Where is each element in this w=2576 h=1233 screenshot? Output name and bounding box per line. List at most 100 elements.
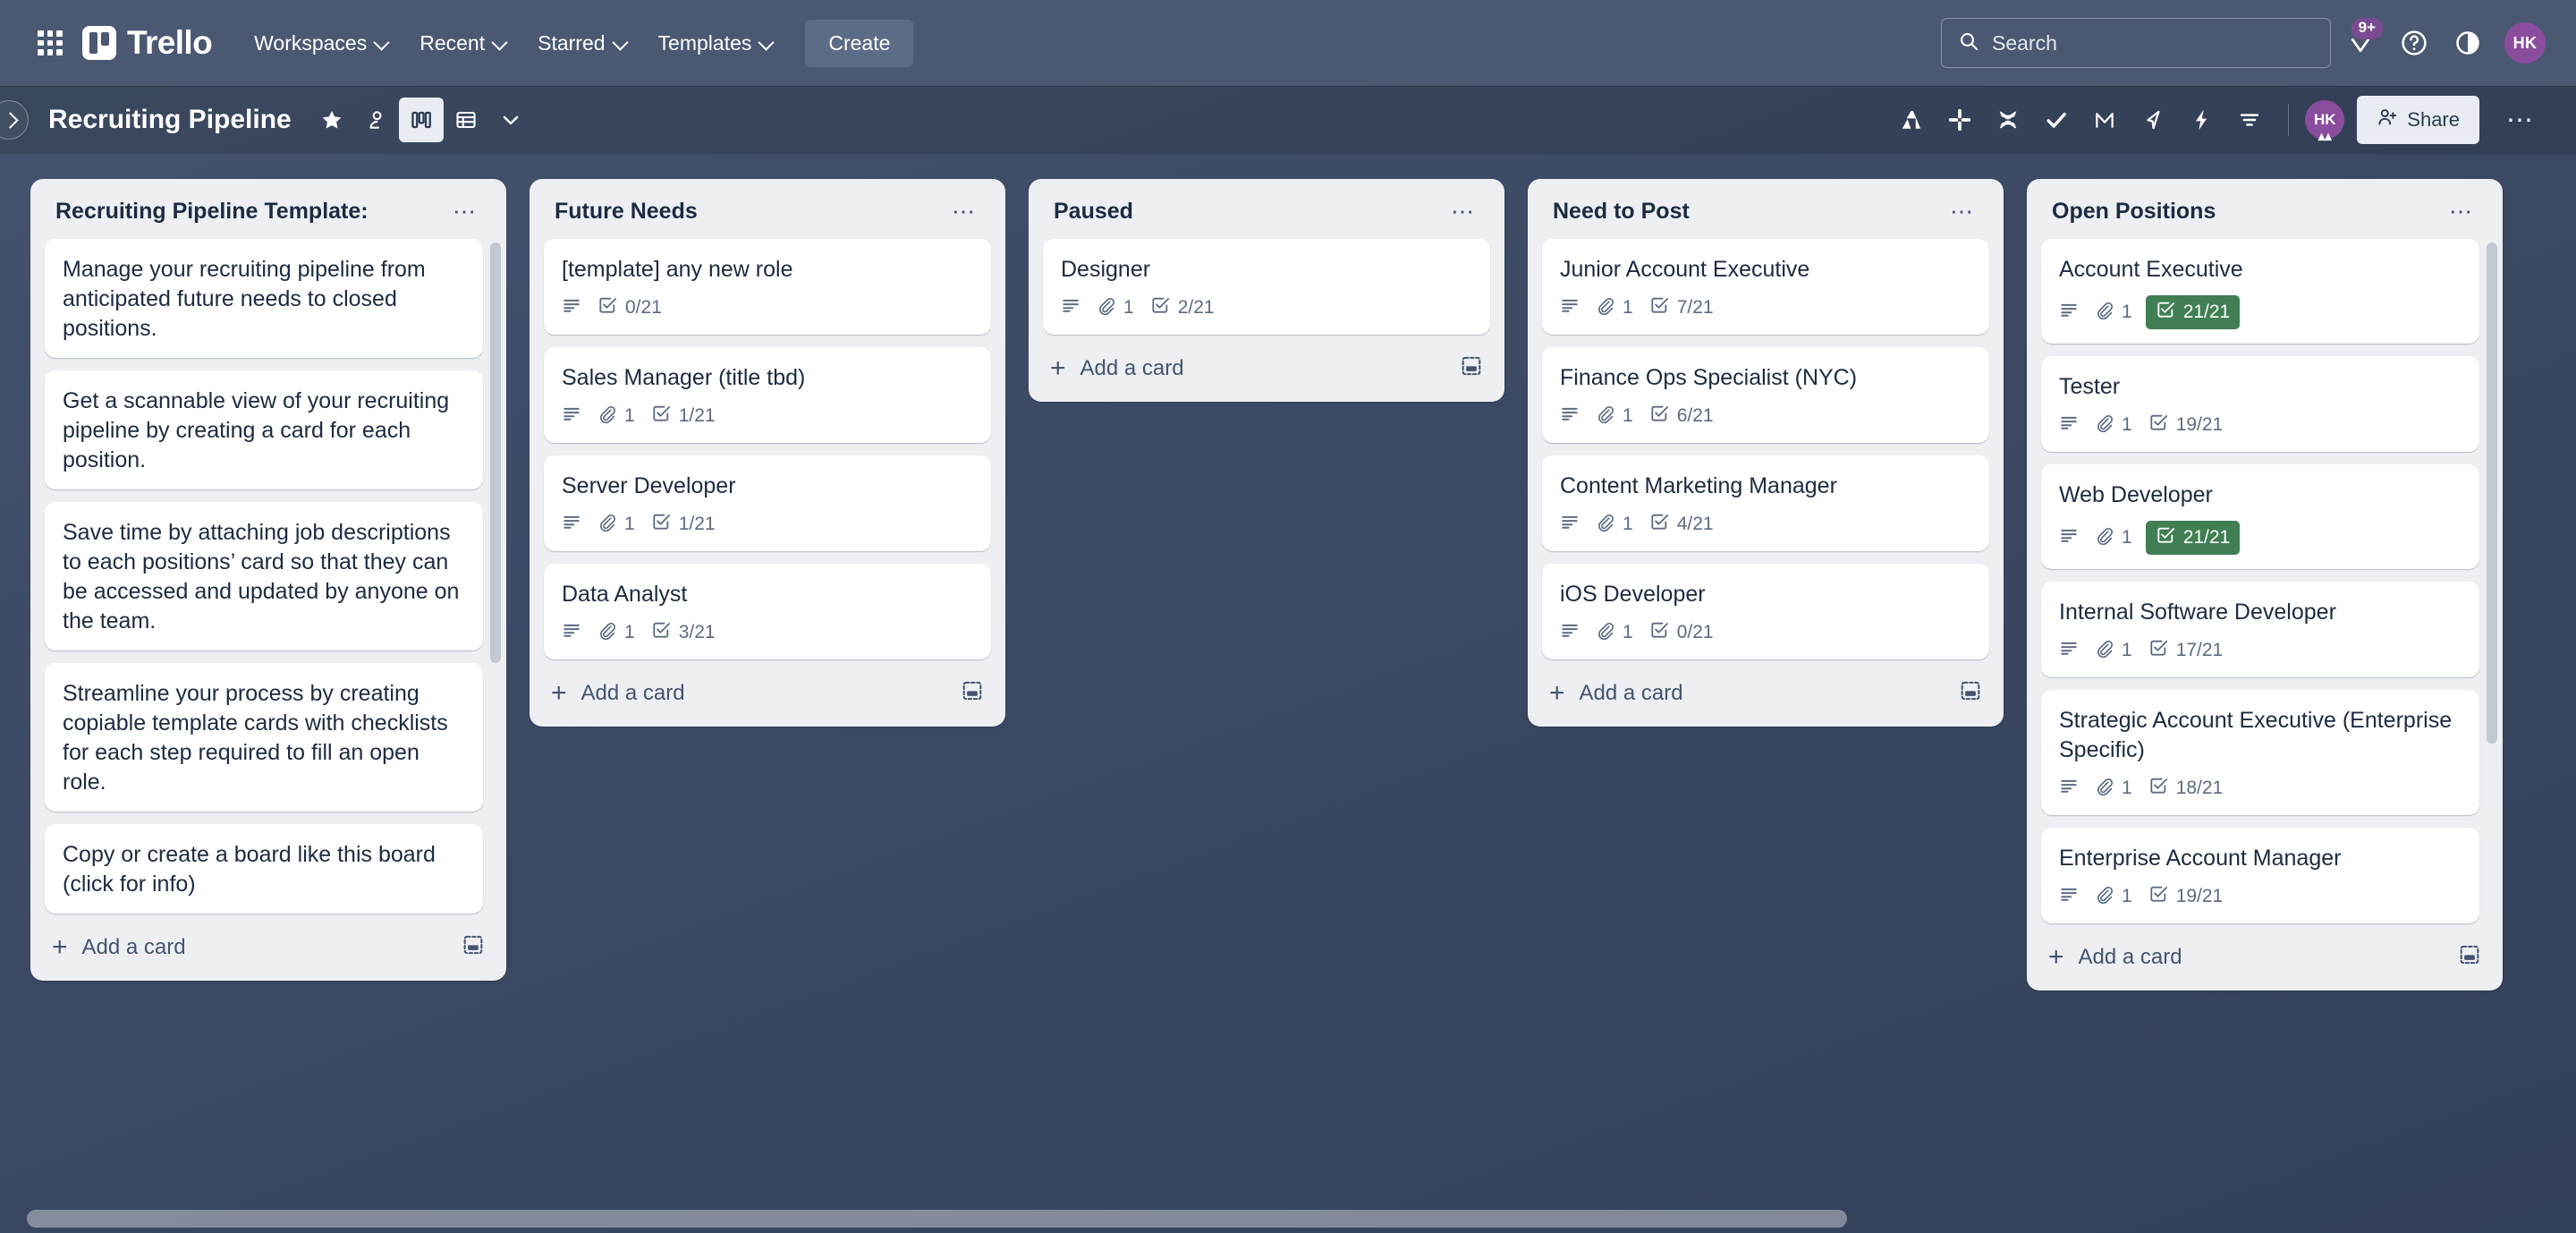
share-button[interactable]: Share bbox=[2357, 96, 2479, 144]
card-attachment-icon bbox=[597, 513, 616, 537]
plus-icon: + bbox=[1549, 677, 1565, 708]
card-badge-attachment: 1 bbox=[2095, 301, 2132, 325]
list-cards-container: [template] any new role 0/21 Sales Manage… bbox=[530, 239, 1005, 661]
board-card[interactable]: [template] any new role 0/21 bbox=[544, 239, 991, 335]
filter-icon[interactable] bbox=[2227, 98, 2272, 142]
add-card-button[interactable]: + Add a card bbox=[2048, 943, 2182, 970]
list-title[interactable]: Future Needs bbox=[555, 199, 698, 225]
list-vertical-scrollbar[interactable] bbox=[490, 242, 501, 663]
search-box[interactable] bbox=[1941, 18, 2331, 68]
gmail-m-icon[interactable] bbox=[2082, 98, 2127, 142]
apps-grid-icon[interactable] bbox=[30, 23, 70, 63]
board-card[interactable]: Enterprise Account Manager 1 19/21 bbox=[2041, 828, 2479, 923]
nav-item-starred[interactable]: Starred bbox=[522, 21, 642, 65]
board-card[interactable]: Content Marketing Manager 1 4/21 bbox=[1542, 455, 1989, 551]
sidebar-expand-button[interactable] bbox=[0, 100, 29, 140]
view-board-button[interactable] bbox=[398, 98, 444, 142]
board-card[interactable]: Get a scannable view of your recruiting … bbox=[45, 370, 483, 489]
add-card-button[interactable]: + Add a card bbox=[1050, 354, 1184, 381]
list-menu-icon[interactable]: ⋯ bbox=[1941, 200, 1984, 223]
view-table-button[interactable] bbox=[444, 98, 488, 142]
card-template-icon[interactable] bbox=[1959, 679, 1982, 707]
help-button[interactable] bbox=[2390, 19, 2438, 67]
automation-bolt-icon[interactable] bbox=[2179, 98, 2224, 142]
board-card[interactable]: Account Executive 1 21/21 bbox=[2041, 239, 2479, 344]
account-avatar[interactable]: HK bbox=[2504, 22, 2546, 64]
board-card[interactable]: Server Developer 1 1/21 bbox=[544, 455, 991, 551]
card-checklist-icon bbox=[651, 404, 671, 429]
card-badge-checklist: 4/21 bbox=[1649, 512, 1714, 537]
board-card[interactable]: Manage your recruiting pipeline from ant… bbox=[45, 239, 483, 358]
search-icon bbox=[1958, 30, 1979, 56]
board-card[interactable]: Strategic Account Executive (Enterprise … bbox=[2041, 690, 2479, 815]
list-header: Open Positions ⋯ bbox=[2027, 179, 2503, 239]
jira-icon[interactable] bbox=[2131, 98, 2175, 142]
card-title: Manage your recruiting pipeline from ant… bbox=[63, 257, 426, 341]
view-more-button[interactable] bbox=[488, 98, 533, 142]
add-card-button[interactable]: + Add a card bbox=[1549, 677, 1683, 708]
nav-item-workspaces-label: Workspaces bbox=[254, 30, 368, 55]
board-card[interactable]: Streamline your process by creating copi… bbox=[45, 663, 483, 812]
board-member-avatar[interactable]: HK ▴▴ bbox=[2305, 100, 2345, 143]
list-title[interactable]: Paused bbox=[1054, 199, 1133, 225]
board-horizontal-scrollbar-track[interactable] bbox=[0, 1203, 2576, 1233]
add-card-button[interactable]: + Add a card bbox=[551, 679, 685, 706]
list-title[interactable]: Need to Post bbox=[1553, 199, 1690, 225]
nav-item-recent-label: Recent bbox=[419, 30, 486, 55]
card-template-icon[interactable] bbox=[1460, 354, 1483, 382]
board-card[interactable]: Web Developer 1 21/21 bbox=[2041, 464, 2479, 569]
list-cards-container: Manage your recruiting pipeline from ant… bbox=[30, 239, 506, 915]
notifications-button[interactable]: 9+ bbox=[2336, 18, 2385, 67]
add-card-row[interactable]: + Add a card bbox=[2027, 925, 2503, 991]
card-badges: 1 17/21 bbox=[2059, 638, 2462, 663]
theme-toggle-button[interactable] bbox=[2444, 19, 2492, 67]
star-board-icon[interactable] bbox=[309, 98, 354, 142]
board-card[interactable]: Finance Ops Specialist (NYC) 1 6/21 bbox=[1542, 347, 1989, 443]
board-card[interactable]: Designer 1 2/21 bbox=[1043, 239, 1490, 335]
atlassian-icon[interactable] bbox=[1889, 98, 1934, 142]
board-card[interactable]: Data Analyst 1 3/21 bbox=[544, 564, 991, 659]
board-menu-button[interactable]: ⋯ bbox=[2496, 99, 2546, 141]
card-description-icon bbox=[2059, 412, 2079, 438]
board-title[interactable]: Recruiting Pipeline bbox=[48, 105, 292, 135]
board-card[interactable]: Internal Software Developer 1 17/21 bbox=[2041, 582, 2479, 677]
card-template-icon[interactable] bbox=[2458, 943, 2481, 971]
list-title[interactable]: Recruiting Pipeline Template: bbox=[55, 199, 369, 225]
list-menu-icon[interactable]: ⋯ bbox=[1442, 200, 1485, 223]
board-card[interactable]: Save time by attaching job descriptions … bbox=[45, 502, 483, 651]
add-card-row[interactable]: + Add a card bbox=[30, 915, 506, 981]
board-card[interactable]: Tester 1 19/21 bbox=[2041, 356, 2479, 452]
trello-home-link[interactable]: Trello bbox=[82, 24, 213, 62]
board-card[interactable]: Junior Account Executive 1 7/21 bbox=[1542, 239, 1989, 335]
slack-icon[interactable] bbox=[1937, 98, 1982, 142]
board-card[interactable]: Copy or create a board like this board (… bbox=[45, 824, 483, 914]
card-template-icon[interactable] bbox=[961, 679, 984, 707]
nav-item-recent[interactable]: Recent bbox=[404, 21, 522, 65]
nav-item-templates[interactable]: Templates bbox=[643, 21, 790, 65]
card-attachment-icon bbox=[2095, 639, 2114, 663]
card-attachment-icon bbox=[1596, 621, 1614, 645]
checkmark-icon[interactable] bbox=[2034, 98, 2079, 142]
list-menu-icon[interactable]: ⋯ bbox=[444, 200, 487, 223]
card-checklist-icon bbox=[1649, 512, 1669, 537]
card-title: Designer bbox=[1061, 257, 1151, 282]
list-menu-icon[interactable]: ⋯ bbox=[2440, 200, 2483, 223]
create-button[interactable]: Create bbox=[805, 19, 914, 67]
nav-item-workspaces[interactable]: Workspaces bbox=[239, 21, 404, 65]
board-visibility-icon[interactable] bbox=[354, 98, 399, 142]
list-vertical-scrollbar[interactable] bbox=[2487, 242, 2497, 744]
card-badge-checklist: 18/21 bbox=[2148, 776, 2223, 801]
add-card-row[interactable]: + Add a card bbox=[1528, 661, 2004, 727]
board-card[interactable]: Sales Manager (title tbd) 1 1/21 bbox=[544, 347, 991, 443]
add-card-button[interactable]: + Add a card bbox=[52, 933, 186, 960]
card-template-icon[interactable] bbox=[462, 933, 485, 961]
add-card-row[interactable]: + Add a card bbox=[1029, 336, 1504, 402]
add-card-row[interactable]: + Add a card bbox=[530, 661, 1005, 727]
board-horizontal-scrollbar-thumb[interactable] bbox=[27, 1210, 1847, 1228]
board-card[interactable]: iOS Developer 1 0/21 bbox=[1542, 564, 1989, 659]
list-title[interactable]: Open Positions bbox=[2052, 199, 2216, 225]
list-menu-icon[interactable]: ⋯ bbox=[943, 200, 986, 223]
confluence-icon[interactable] bbox=[1986, 98, 2030, 142]
card-badge-description bbox=[1061, 295, 1080, 320]
search-input[interactable] bbox=[1992, 30, 2314, 55]
